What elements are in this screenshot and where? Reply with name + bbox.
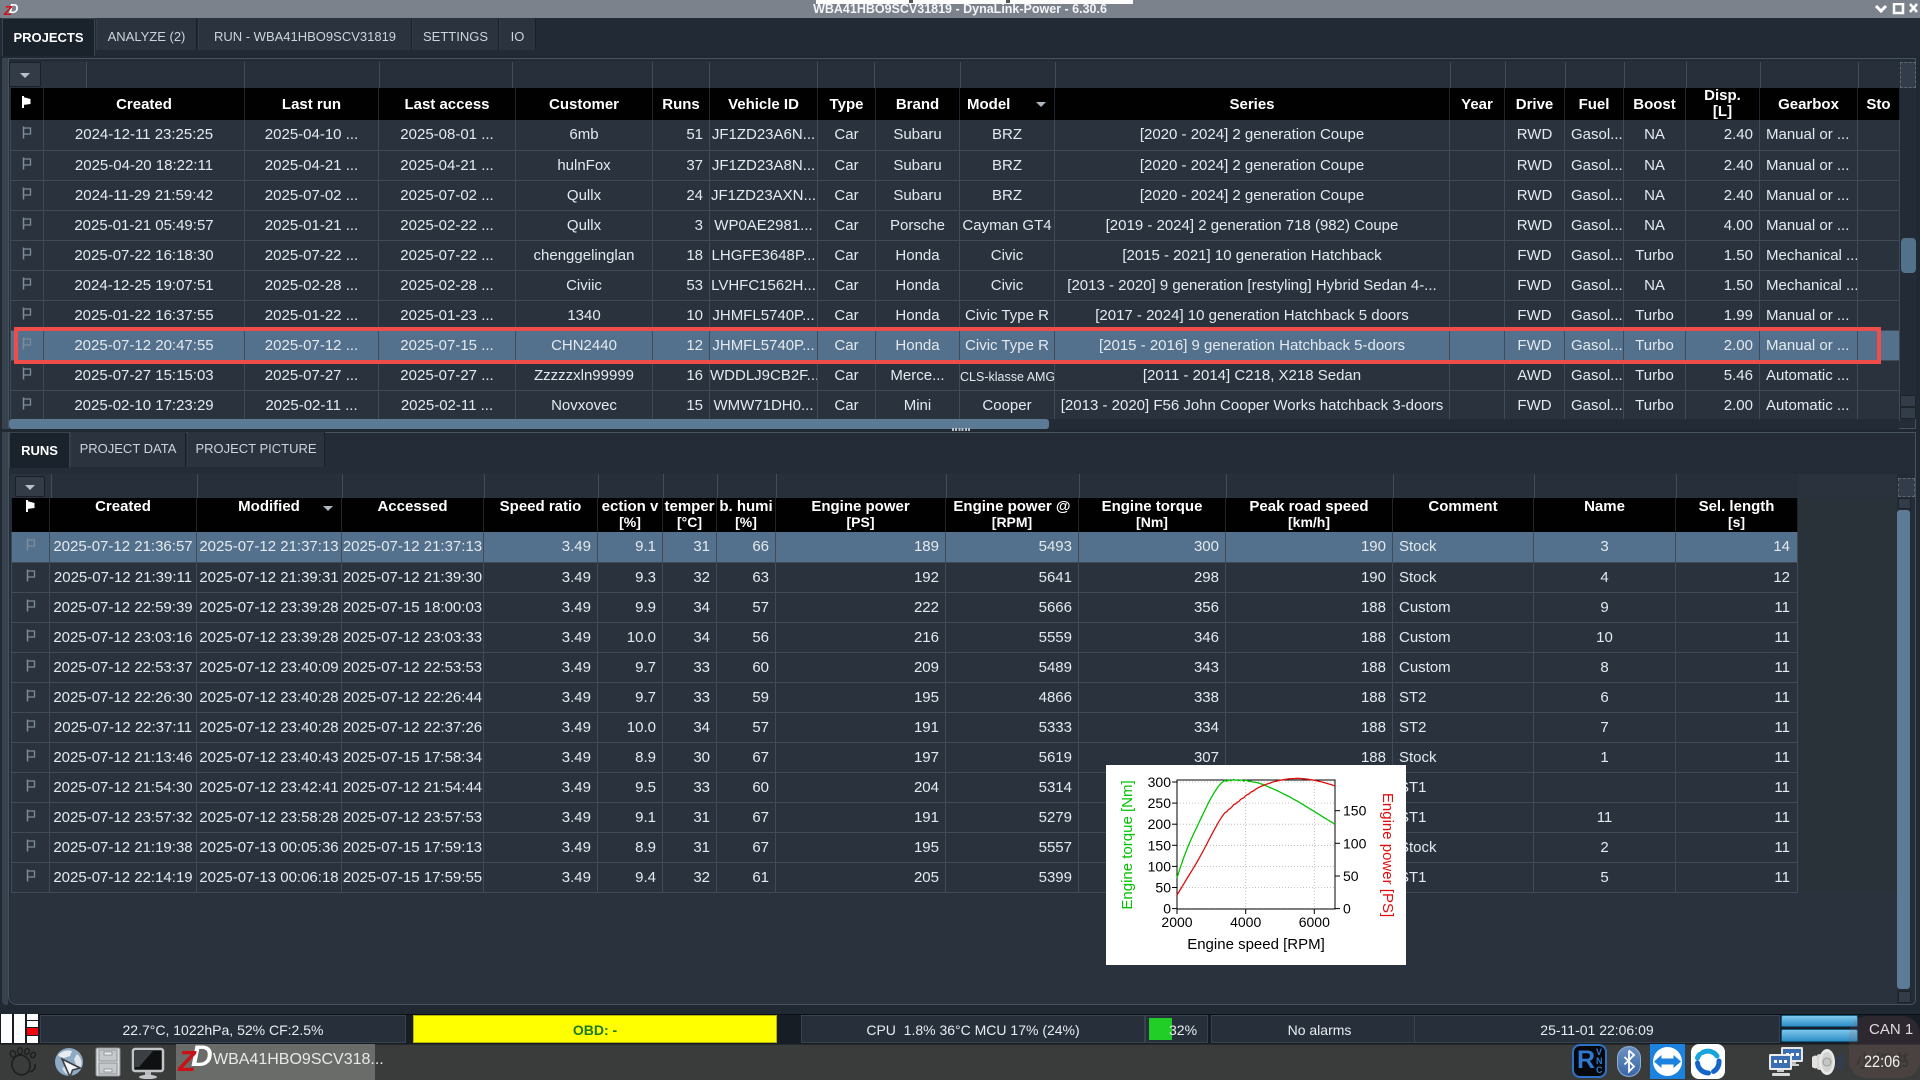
svg-text:50: 50 <box>1343 868 1359 884</box>
svg-text:100: 100 <box>1343 835 1367 851</box>
svg-text:200: 200 <box>1148 816 1172 832</box>
svg-text:50: 50 <box>1155 880 1171 896</box>
svg-text:150: 150 <box>1148 837 1172 853</box>
svg-text:6000: 6000 <box>1299 914 1330 930</box>
svg-text:150: 150 <box>1343 803 1367 819</box>
svg-text:100: 100 <box>1148 858 1172 874</box>
svg-text:Engine speed [RPM]: Engine speed [RPM] <box>1187 936 1325 953</box>
svg-text:2000: 2000 <box>1161 914 1192 930</box>
svg-text:250: 250 <box>1148 795 1172 811</box>
svg-text:4000: 4000 <box>1230 914 1261 930</box>
svg-text:Engine power [PS]: Engine power [PS] <box>1379 793 1396 917</box>
svg-text:0: 0 <box>1343 901 1351 917</box>
svg-text:Engine torque [Nm]: Engine torque [Nm] <box>1119 780 1136 909</box>
svg-text:300: 300 <box>1148 774 1172 790</box>
